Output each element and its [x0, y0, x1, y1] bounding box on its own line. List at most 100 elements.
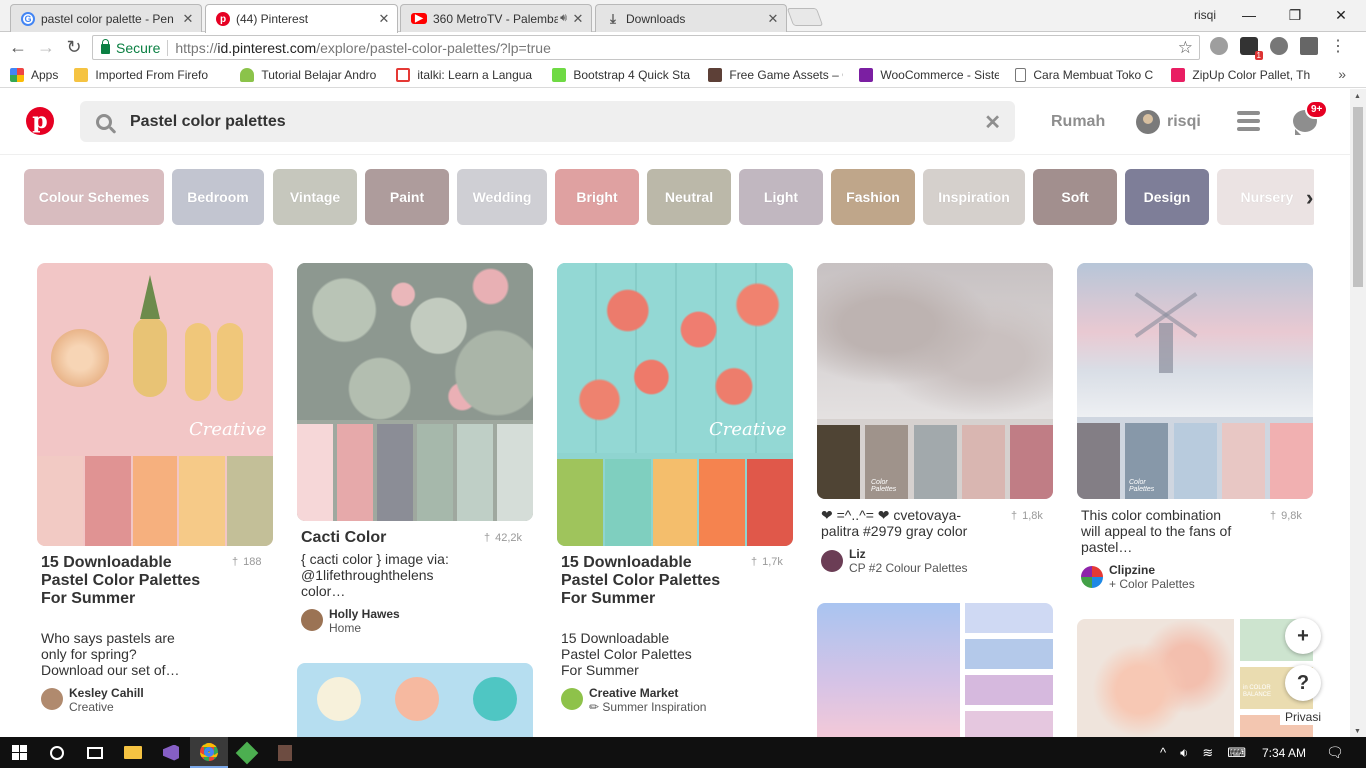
address-bar[interactable]: Secure https:// id.pinterest.com /explor… — [92, 35, 1200, 60]
chevron-right-icon[interactable]: › — [1306, 185, 1313, 211]
board-name[interactable]: Creative — [69, 700, 114, 714]
close-icon[interactable]: ✕ — [377, 11, 391, 27]
bookmark-italki[interactable]: italki: Learn a Langua — [396, 67, 536, 82]
guide-design[interactable]: Design — [1125, 169, 1209, 225]
pin-gradient-palette[interactable] — [817, 603, 1053, 737]
menu-icon[interactable] — [1237, 111, 1260, 131]
guide-fashion[interactable]: Fashion — [831, 169, 915, 225]
pin-image[interactable] — [297, 263, 533, 521]
chrome-icon[interactable] — [190, 737, 228, 768]
back-icon[interactable]: ← — [4, 37, 32, 58]
scroll-down-icon[interactable]: ▼ — [1354, 728, 1361, 735]
minimize-icon[interactable]: — — [1226, 4, 1272, 26]
extension-pinterest-icon[interactable] — [1270, 37, 1288, 55]
tab-downloads[interactable]: ⤓ Downloads ✕ — [595, 4, 787, 32]
bookmark-bootstrap[interactable]: Bootstrap 4 Quick Sta — [552, 67, 692, 82]
file-explorer-icon[interactable] — [114, 737, 152, 768]
add-pin-button[interactable]: + — [1285, 618, 1321, 654]
bookmark-star-icon[interactable]: ☆ — [1178, 38, 1193, 58]
forward-icon[interactable]: → — [32, 37, 60, 58]
profile-link[interactable]: risqi — [1167, 113, 1201, 131]
extension-shield-icon[interactable] — [1210, 37, 1228, 55]
guide-vintage[interactable]: Vintage — [273, 169, 357, 225]
close-icon[interactable]: ✕ — [181, 11, 195, 27]
language-icon[interactable]: ⌨ — [1227, 745, 1246, 761]
taskbar-clock[interactable]: 7:34 AM — [1262, 746, 1306, 760]
guide-nursery[interactable]: Nursery — [1217, 169, 1314, 225]
pin-image[interactable]: Creative — [37, 263, 273, 546]
guide-wedding[interactable]: Wedding — [457, 169, 547, 225]
pin-macarons[interactable] — [297, 663, 533, 737]
window-close-icon[interactable]: ✕ — [1318, 4, 1364, 26]
vertical-scrollbar[interactable]: ▲ ▼ — [1350, 89, 1366, 737]
avatar[interactable] — [1136, 110, 1160, 134]
bookmark-toko[interactable]: Cara Membuat Toko C — [1015, 67, 1155, 82]
board-name[interactable]: Home — [329, 621, 361, 635]
pin-image[interactable]: Color Palettes — [1077, 263, 1313, 499]
secure-indicator[interactable]: Secure — [101, 38, 160, 56]
clipzine-logo-icon[interactable] — [1081, 566, 1103, 588]
privacy-link[interactable]: Privasi — [1280, 709, 1327, 725]
scrollbar-thumb[interactable] — [1353, 107, 1363, 287]
pin-title[interactable]: 15 Downloadable Pastel Color Palettes Fo… — [41, 554, 221, 608]
board-name[interactable]: CP #2 Colour Palettes — [849, 561, 968, 575]
extension-screenshot-icon[interactable] — [1300, 37, 1318, 55]
show-hidden-icons-icon[interactable]: ^ — [1160, 745, 1166, 761]
app-brown-icon[interactable] — [266, 737, 304, 768]
guide-colour-schemes[interactable]: Colour Schemes — [24, 169, 164, 225]
guide-bright[interactable]: Bright — [555, 169, 639, 225]
visual-studio-icon[interactable] — [152, 737, 190, 768]
pinterest-logo-icon[interactable]: p — [26, 107, 54, 135]
pin-image[interactable]: Color Palettes — [817, 263, 1053, 499]
tab-metrotv[interactable]: ▶ 360 MetroTV - Palembang 🔊︎ ✕ — [400, 4, 592, 32]
pinner-name[interactable]: Clipzine — [1109, 563, 1155, 577]
bookmark-android[interactable]: Tutorial Belajar Andro — [240, 67, 380, 82]
creative-market-logo-icon[interactable] — [561, 688, 583, 710]
tab-google[interactable]: G pastel color palette - Pen ✕ — [10, 4, 202, 32]
pin-flowers[interactable]: in COLOR BALANCE — [1077, 619, 1313, 737]
cortana-icon[interactable] — [38, 737, 76, 768]
action-center-icon[interactable]: 🗨︎ — [1326, 744, 1344, 761]
pin-title[interactable]: Cacti Color — [301, 529, 471, 547]
more-bookmarks-icon[interactable]: » — [1338, 66, 1346, 82]
pinner-name[interactable]: Creative Market — [589, 686, 678, 700]
chrome-menu-icon[interactable]: ⋮ — [1330, 36, 1346, 56]
new-tab-button[interactable] — [786, 8, 824, 26]
bookmark-apps[interactable]: Apps — [10, 67, 58, 82]
avatar[interactable] — [821, 550, 843, 572]
bookmark-woocommerce[interactable]: WooCommerce - Siste — [859, 67, 999, 82]
help-button[interactable]: ? — [1285, 665, 1321, 701]
avatar[interactable] — [41, 688, 63, 710]
tab-pinterest[interactable]: p (44) Pinterest ✕ — [205, 4, 398, 33]
extension-ghost-icon[interactable]: 1 — [1240, 37, 1263, 60]
restore-icon[interactable]: ❐ — [1272, 4, 1318, 26]
close-icon[interactable]: ✕ — [571, 11, 585, 27]
pinner-name[interactable]: Kesley Cahill — [69, 686, 144, 700]
guide-soft[interactable]: Soft — [1033, 169, 1117, 225]
guide-inspiration[interactable]: Inspiration — [923, 169, 1025, 225]
bookmark-game-assets[interactable]: Free Game Assets – G — [708, 67, 843, 82]
board-name[interactable]: + Color Palettes — [1109, 577, 1195, 591]
volume-icon[interactable]: 🔉︎ — [1180, 745, 1188, 761]
app-green-icon[interactable] — [228, 737, 266, 768]
home-link[interactable]: Rumah — [1051, 113, 1105, 131]
speaker-icon[interactable]: 🔊︎ — [560, 12, 567, 25]
close-icon[interactable]: ✕ — [766, 11, 780, 27]
window-user-label[interactable]: risqi — [1194, 8, 1216, 22]
search-input[interactable]: Pastel color palettes — [130, 113, 286, 131]
guide-paint[interactable]: Paint — [365, 169, 449, 225]
task-view-icon[interactable] — [76, 737, 114, 768]
guide-light[interactable]: Light — [739, 169, 823, 225]
bookmark-imported[interactable]: Imported From Firefo — [74, 67, 224, 82]
pin-title[interactable]: 15 Downloadable Pastel Color Palettes Fo… — [561, 554, 741, 608]
guide-bedroom[interactable]: Bedroom — [172, 169, 264, 225]
wifi-icon[interactable]: ≋ — [1202, 745, 1213, 761]
scroll-up-icon[interactable]: ▲ — [1354, 93, 1361, 100]
bookmark-zipup[interactable]: ZipUp Color Pallet, Th — [1171, 67, 1311, 82]
board-name[interactable]: ✏ Summer Inspiration — [589, 700, 706, 714]
pinner-name[interactable]: Liz — [849, 547, 866, 561]
reload-icon[interactable]: ↻ — [60, 37, 88, 58]
pinner-name[interactable]: Holly Hawes — [329, 607, 400, 621]
windows-start-icon[interactable] — [0, 737, 38, 768]
guide-neutral[interactable]: Neutral — [647, 169, 731, 225]
